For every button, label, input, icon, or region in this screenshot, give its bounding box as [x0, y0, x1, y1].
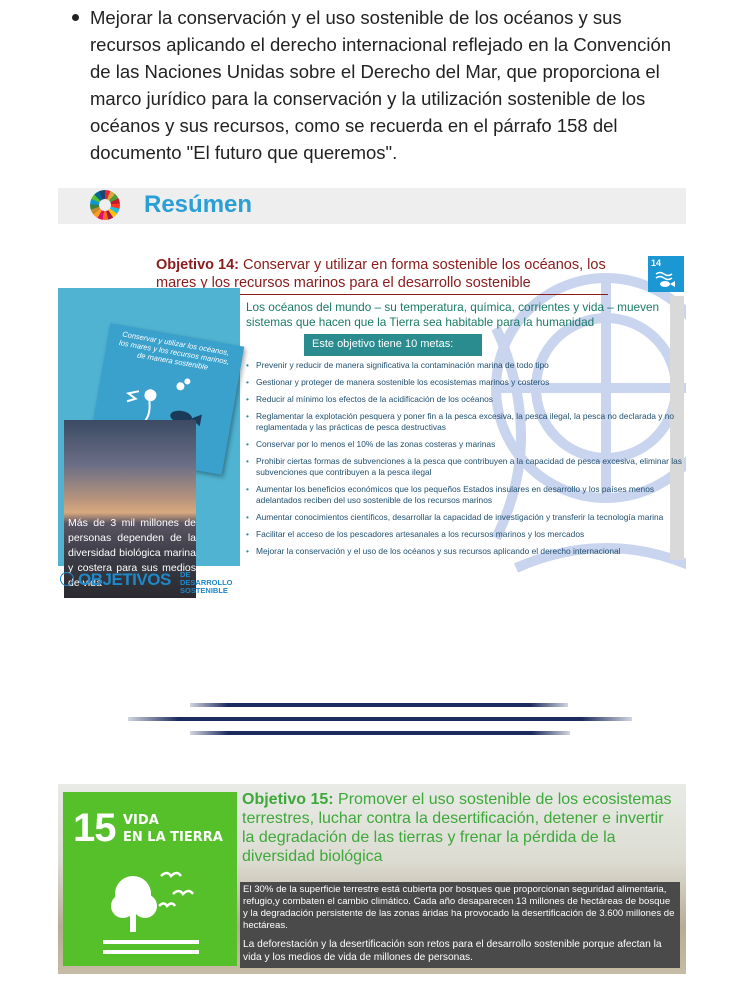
fish-icon [655, 271, 675, 287]
logo-sub-line1: DE DESARROLLO [180, 570, 233, 587]
objetivo-14-label: Objetivo 14: [156, 257, 239, 273]
goal-15-tile: 15 VIDA EN LA TIERRA [63, 792, 237, 966]
objetivo-15-title: Objetivo 15: Promover el uso sostenible … [242, 790, 672, 866]
list-item: Conservar por lo menos el 10% de las zon… [244, 439, 684, 450]
list-item: Aumentar conocimientos científicos, desa… [244, 512, 684, 523]
goal-15-label-line2: EN LA TIERRA [123, 830, 223, 845]
list-item: Prohibir ciertas formas de subvenciones … [244, 456, 684, 478]
goal-15-number: 15 [73, 806, 116, 850]
un-logo-icon [60, 572, 74, 586]
goal-14-badge-number: 14 [651, 258, 662, 268]
objetivo-15-slide: 15 VIDA EN LA TIERRA Objetivo 15: Promove… [58, 784, 686, 974]
objetivo-15-paragraph-2: La deforestación y la desertificación so… [243, 939, 662, 963]
bullet-text: Mejorar la conservación y el uso sosteni… [90, 7, 672, 163]
list-item: Reducir al mínimo los efectos de la acid… [244, 394, 684, 405]
bullet-dot [72, 14, 79, 21]
tree-and-birds-icon [103, 871, 199, 954]
goals-list: Prevenir y reducir de manera significati… [244, 360, 684, 563]
objetivo-15-paragraph-1: El 30% de la superficie terrestre está c… [243, 884, 675, 931]
logo-subtitle: DE DESARROLLO SOSTENIBLE [180, 571, 240, 595]
decorative-divider [128, 703, 632, 735]
logo-word: OBJETIVOS [78, 570, 171, 589]
goal-15-label-line1: VIDA [123, 813, 159, 828]
list-item: Prevenir y reducir de manera significati… [244, 360, 684, 371]
objetivo-14-slide: Objetivo 14: Conservar y utilizar en for… [58, 248, 686, 606]
objetivo-15-label: Objetivo 15: [242, 791, 334, 808]
list-item: Facilitar el acceso de los pescadores ar… [244, 529, 684, 540]
resumen-title: Resúmen [144, 191, 253, 218]
goal-14-badge: 14 [648, 256, 684, 292]
goal-15-label: VIDA EN LA TIERRA [123, 812, 223, 846]
list-item: Aumentar los beneficios económicos que l… [244, 484, 684, 506]
logo-sub-line2: SOSTENIBLE [180, 586, 228, 595]
resumen-header: Resúmen [58, 188, 686, 224]
list-item: Mejorar la conservación y el uso de los … [244, 546, 684, 557]
metas-banner: Este objetivo tiene 10 metas: [304, 334, 482, 356]
ocean-image-panel: Conservar y utilizar los océanos, los ma… [58, 288, 245, 598]
oceans-intro: Los océanos del mundo – su temperatura, … [246, 300, 660, 329]
list-item: Reglamentar la explotación pesquera y po… [244, 411, 684, 433]
metas-label: Este objetivo tiene 10 metas: [312, 338, 454, 350]
objetivo-15-info-box: El 30% de la superficie terrestre está c… [240, 882, 680, 968]
list-item: Gestionar y proteger de manera sostenibl… [244, 377, 684, 388]
sdg-wheel-icon [90, 190, 120, 220]
objetivos-logo: OBJETIVOS DE DESARROLLO SOSTENIBLE [60, 570, 240, 595]
